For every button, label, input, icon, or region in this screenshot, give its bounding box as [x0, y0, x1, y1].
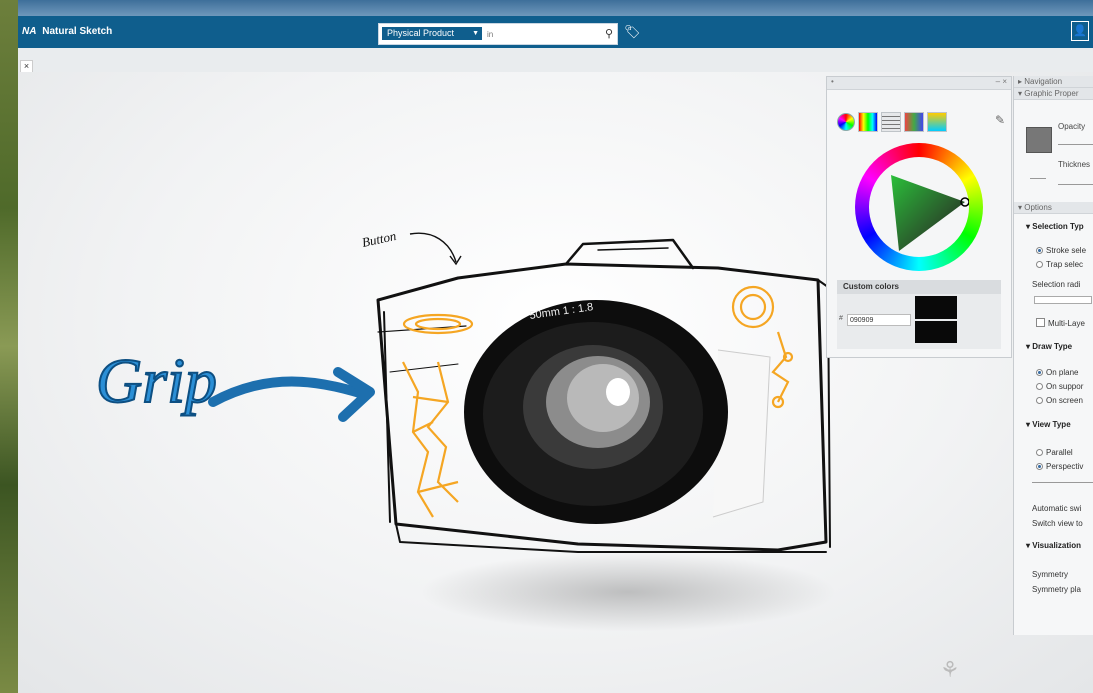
- chevron-down-icon: ▼: [472, 30, 479, 37]
- radio-on-icon: [1036, 463, 1043, 470]
- selection-radius-slider[interactable]: [1034, 296, 1092, 304]
- on-support-label: On suppor: [1046, 382, 1084, 391]
- parallel-label: Parallel: [1046, 448, 1073, 457]
- stroke-select-option[interactable]: Stroke sele: [1036, 246, 1086, 255]
- radio-off-icon: [1036, 449, 1043, 456]
- palette-header: • – ×: [827, 77, 1011, 90]
- checkbox-icon: [1036, 318, 1045, 327]
- selection-type-label: Selection Typ: [1032, 222, 1084, 231]
- compass-icon[interactable]: ⚘: [940, 657, 960, 683]
- thickness-preview: [1030, 178, 1046, 179]
- color-palette-panel: • – × ✎ Custom colors # 090909: [826, 76, 1012, 358]
- swatches-tab[interactable]: [904, 112, 924, 132]
- tag-icon[interactable]: 🏷: [624, 24, 641, 40]
- user-icon[interactable]: 👤: [1071, 21, 1089, 41]
- options-body: ▾ Selection Typ Stroke sele Trap selec S…: [1014, 214, 1093, 634]
- on-plane-label: On plane: [1046, 368, 1079, 377]
- view-type-header[interactable]: ▾ View Type: [1026, 420, 1071, 429]
- background-desktop-strip: [0, 0, 18, 693]
- radio-off-icon: [1036, 383, 1043, 390]
- brand-logo: NA: [22, 26, 37, 37]
- stroke-select-label: Stroke sele: [1046, 246, 1087, 255]
- graphic-properties-body: Opacity Thicknes: [1014, 100, 1093, 202]
- minimize-icon[interactable]: – ×: [996, 77, 1007, 86]
- graphic-properties-header[interactable]: ▾ Graphic Proper: [1014, 88, 1093, 100]
- perspective-label: Perspectiv: [1046, 462, 1084, 471]
- parallel-option[interactable]: Parallel: [1036, 448, 1073, 457]
- app-header: NA Natural Sketch Physical Product ▼ ⚲ 🏷…: [18, 16, 1093, 48]
- search-input[interactable]: [487, 27, 587, 41]
- radio-on-icon: [1036, 369, 1043, 376]
- selection-type-header[interactable]: ▾ Selection Typ: [1026, 222, 1084, 231]
- thickness-slider[interactable]: [1058, 184, 1093, 185]
- view-type-divider: [1032, 482, 1093, 483]
- radio-off-icon: [1036, 261, 1043, 268]
- thickness-label: Thicknes: [1058, 160, 1091, 169]
- view-type-label: View Type: [1032, 420, 1071, 429]
- eyedropper-icon[interactable]: ✎: [995, 113, 1005, 127]
- trap-select-label: Trap selec: [1046, 260, 1084, 269]
- search-box: Physical Product ▼ ⚲: [378, 23, 618, 45]
- color-wheel-tab[interactable]: [837, 113, 855, 131]
- on-plane-option[interactable]: On plane: [1036, 368, 1078, 377]
- current-color-swatch[interactable]: [915, 296, 957, 319]
- multi-layer-label: Multi-Laye: [1048, 319, 1085, 328]
- search-category-label: Physical Product: [387, 28, 455, 38]
- selection-radius-label: Selection radi: [1032, 280, 1081, 289]
- radio-off-icon: [1036, 397, 1043, 404]
- draw-type-label: Draw Type: [1032, 342, 1073, 351]
- hex-input[interactable]: 090909: [847, 314, 911, 326]
- grip-annotation: Grip: [96, 345, 217, 416]
- color-triangle[interactable]: [869, 157, 969, 257]
- radio-on-icon: [1036, 247, 1043, 254]
- search-category-dropdown[interactable]: Physical Product ▼: [382, 27, 482, 40]
- on-screen-option[interactable]: On screen: [1036, 396, 1083, 405]
- trap-select-option[interactable]: Trap selec: [1036, 260, 1083, 269]
- on-support-option[interactable]: On suppor: [1036, 382, 1083, 391]
- properties-panel: ▸ Navigation ▾ Graphic Proper Opacity Th…: [1013, 76, 1093, 635]
- hex-hash-label: #: [839, 315, 843, 322]
- draw-type-header[interactable]: ▾ Draw Type: [1026, 342, 1072, 351]
- color-wheel[interactable]: [855, 143, 983, 271]
- options-label: Options: [1024, 203, 1052, 212]
- symmetry-label: Symmetry: [1032, 570, 1068, 579]
- multi-layer-option[interactable]: Multi-Laye: [1036, 318, 1085, 328]
- app-name: Natural Sketch: [42, 26, 113, 37]
- options-header[interactable]: ▾ Options: [1014, 202, 1093, 214]
- symmetry-plane-label: Symmetry pla: [1032, 585, 1081, 594]
- on-screen-label: On screen: [1046, 396, 1083, 405]
- toolbar-strip: ×: [18, 48, 1093, 73]
- custom-colors-header[interactable]: Custom colors: [837, 280, 1001, 294]
- window-top-edge: [18, 0, 1093, 16]
- button-annotation: Button: [361, 228, 398, 250]
- palette-mode-tabs: [837, 112, 950, 134]
- sliders-tab[interactable]: [881, 112, 901, 132]
- pin-icon[interactable]: •: [831, 77, 834, 86]
- perspective-option[interactable]: Perspectiv: [1036, 462, 1083, 471]
- palette-grid-tab[interactable]: [927, 112, 947, 132]
- custom-colors-section: # 090909: [837, 294, 1001, 349]
- search-icon[interactable]: ⚲: [605, 27, 613, 40]
- graphic-properties-label: Graphic Proper: [1024, 89, 1079, 98]
- previous-color-swatch[interactable]: [915, 321, 957, 343]
- opacity-label: Opacity: [1058, 122, 1086, 131]
- navigation-header[interactable]: ▸ Navigation: [1014, 76, 1093, 88]
- opacity-slider[interactable]: [1058, 144, 1093, 145]
- switch-view-label: Switch view to: [1032, 519, 1083, 528]
- custom-colors-label: Custom colors: [843, 282, 900, 291]
- color-spectrum-tab[interactable]: [858, 112, 878, 132]
- visualization-header[interactable]: ▾ Visualization: [1026, 541, 1081, 550]
- visualization-label: Visualization: [1032, 541, 1082, 550]
- automatic-switch-label: Automatic swi: [1032, 504, 1082, 513]
- stroke-color-swatch[interactable]: [1026, 127, 1052, 153]
- navigation-label: Navigation: [1024, 77, 1063, 86]
- app-title: NA Natural Sketch: [22, 26, 112, 37]
